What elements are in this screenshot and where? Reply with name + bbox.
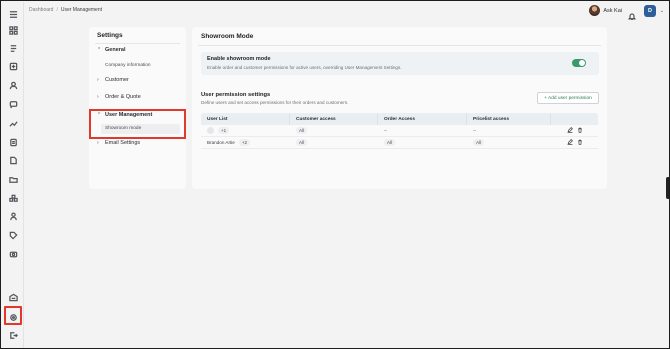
- more-users-badge[interactable]: +2: [238, 139, 250, 146]
- cell-actions: [551, 127, 598, 134]
- settings-panel: Settings ⌃ General Company information ›…: [89, 27, 186, 189]
- reports-icon[interactable]: [8, 137, 18, 147]
- column-header-order-access: Order Access: [378, 113, 467, 125]
- chevron-right-icon: ›: [97, 140, 99, 146]
- cell-order-access: --: [384, 128, 388, 133]
- folder-icon[interactable]: [8, 174, 18, 184]
- settings-group-customer[interactable]: › Customer: [97, 77, 129, 83]
- edit-icon[interactable]: [567, 127, 573, 134]
- cell-pricelist-access: --: [473, 128, 477, 133]
- table-header: User List Customer access Order Access P…: [201, 113, 598, 125]
- column-header-user-list: User List: [201, 113, 290, 125]
- icon-rail: [2, 2, 24, 348]
- breadcrumb-current: User Management: [60, 7, 102, 13]
- access-pill: All: [384, 139, 396, 146]
- bell-icon[interactable]: [627, 7, 637, 21]
- showroom-heading: Enable showroom mode: [207, 56, 271, 62]
- warehouse-icon[interactable]: [8, 292, 18, 302]
- chevron-right-icon: ›: [97, 94, 99, 100]
- orders-icon[interactable]: [8, 43, 18, 53]
- avatar: [589, 5, 601, 16]
- more-users-badge[interactable]: +1: [218, 127, 230, 134]
- divider: [198, 45, 601, 46]
- breadcrumb-root[interactable]: Dashboard: [29, 7, 53, 13]
- chevron-right-icon: ›: [97, 77, 99, 83]
- dashboard-icon[interactable]: [8, 25, 18, 35]
- showroom-description: Enable order and customer permissions fo…: [207, 65, 402, 70]
- access-pill: All: [296, 127, 308, 134]
- settings-item-company-information[interactable]: Company information: [105, 63, 151, 68]
- avatar: [207, 127, 214, 134]
- side-drawer-handle[interactable]: [666, 177, 669, 199]
- settings-group-order-quote[interactable]: › Order & Quote: [97, 94, 141, 100]
- showroom-mode-card: Enable showroom mode Enable order and cu…: [201, 52, 599, 75]
- cell-customer-access: All: [290, 127, 378, 134]
- menu-icon[interactable]: [8, 9, 18, 19]
- logout-icon[interactable]: [8, 330, 18, 340]
- breadcrumb: Dashboard / User Management: [29, 7, 102, 13]
- org-badge[interactable]: D: [644, 5, 656, 17]
- edit-icon[interactable]: [567, 139, 573, 146]
- breadcrumb-separator: /: [56, 7, 58, 13]
- add-user-permission-button[interactable]: + Add user permission: [537, 92, 599, 104]
- column-header-customer-access: Customer access: [290, 113, 378, 125]
- permissions-heading: User permission settings: [201, 92, 271, 98]
- settings-title: Settings: [97, 32, 123, 39]
- showroom-toggle[interactable]: [572, 59, 586, 67]
- settings-group-label: General: [105, 47, 126, 53]
- settings-icon-highlight: [4, 306, 22, 325]
- media-icon[interactable]: [8, 249, 18, 259]
- cell-order-access: All: [378, 139, 467, 146]
- user-management-highlight: [89, 109, 186, 139]
- settings-group-label: Email Settings: [105, 140, 141, 146]
- table-row: Brandon Artie +2 All All All: [201, 137, 598, 149]
- tags-icon[interactable]: [8, 230, 18, 240]
- user-menu[interactable]: Ask Kai: [589, 5, 622, 16]
- settings-group-label: Customer: [105, 77, 129, 83]
- customers-icon[interactable]: [8, 80, 18, 90]
- access-pill: All: [473, 139, 485, 146]
- trash-icon[interactable]: [577, 139, 583, 146]
- permissions-table: User List Customer access Order Access P…: [201, 113, 598, 149]
- app-window: Dashboard / User Management Ask Kai D ⌄ …: [0, 0, 670, 349]
- integrations-icon[interactable]: [8, 193, 18, 203]
- chevron-down-icon[interactable]: ⌄: [660, 8, 664, 14]
- settings-group-label: Order & Quote: [105, 94, 141, 100]
- top-bar: Dashboard / User Management Ask Kai D ⌄: [24, 2, 668, 21]
- permissions-description: Define users and set access permissions …: [201, 100, 349, 105]
- cell-actions: [551, 139, 598, 146]
- column-header-pricelist-access: Pricelist access: [467, 113, 551, 125]
- settings-group-email-settings[interactable]: › Email Settings: [97, 140, 140, 146]
- cell-user: Brandon Artie +2: [201, 139, 290, 146]
- access-pill: All: [296, 139, 308, 146]
- catalog-icon[interactable]: [8, 61, 18, 71]
- chevron-up-icon: ⌃: [97, 47, 102, 53]
- main-panel: Showroom Mode Enable showroom mode Enabl…: [192, 27, 607, 189]
- settings-group-general[interactable]: ⌃ General: [97, 47, 125, 53]
- cell-user: +1: [201, 127, 290, 134]
- user-name: Ask Kai: [603, 7, 622, 14]
- page-title: Showroom Mode: [201, 33, 254, 40]
- analytics-icon[interactable]: [8, 118, 18, 128]
- cell-pricelist-access: All: [467, 139, 551, 146]
- column-header-actions: [551, 113, 598, 125]
- user-name: Brandon Artie: [207, 140, 235, 145]
- divider: [95, 43, 180, 44]
- messages-icon[interactable]: [8, 99, 18, 109]
- cell-customer-access: All: [290, 139, 378, 146]
- trash-icon[interactable]: [577, 127, 583, 134]
- team-icon[interactable]: [8, 211, 18, 221]
- table-row: +1 All -- --: [201, 125, 598, 137]
- documents-icon[interactable]: [8, 155, 18, 165]
